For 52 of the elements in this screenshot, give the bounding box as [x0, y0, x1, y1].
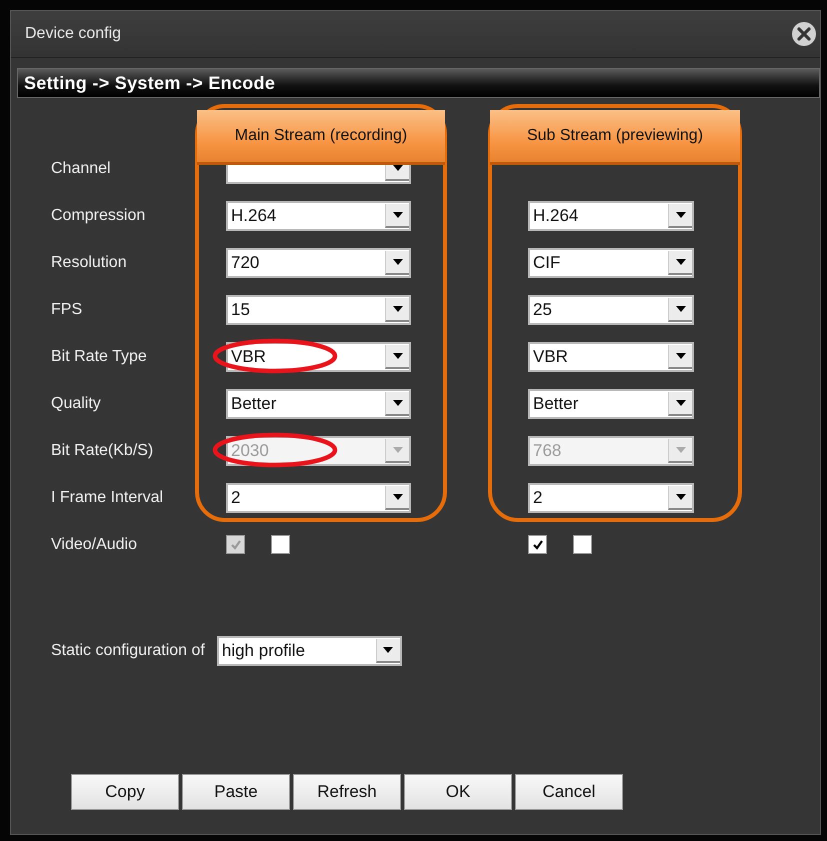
caret-icon: [676, 494, 686, 500]
caret-icon: [676, 400, 686, 406]
caret-icon: [676, 352, 686, 358]
dialog-button[interactable]: Refresh: [293, 774, 401, 810]
dropdown[interactable]: 720: [226, 248, 411, 278]
field-label: Bit Rate(Kb/S): [51, 440, 154, 460]
dropdown[interactable]: Better: [528, 388, 694, 418]
field-label: Bit Rate Type: [51, 346, 148, 366]
dropdown[interactable]: 2: [528, 482, 694, 512]
checkbox[interactable]: [271, 535, 290, 554]
caret-icon: [392, 400, 402, 406]
caret-icon: [383, 647, 394, 653]
dropdown[interactable]: 2: [226, 482, 411, 512]
dropdown[interactable]: VBR: [528, 342, 694, 372]
dialog-button[interactable]: Paste: [182, 774, 290, 810]
dialog-button[interactable]: Cancel: [515, 774, 623, 810]
caret-icon: [392, 306, 402, 312]
checkbox[interactable]: [573, 535, 592, 554]
field-label: I Frame Interval: [51, 488, 164, 508]
caret-icon: [676, 446, 686, 452]
field-label: Channel: [51, 158, 112, 178]
caret-icon: [392, 212, 402, 218]
caret-icon: [392, 494, 402, 500]
field-label: Static configuration of: [51, 642, 205, 660]
dropdown[interactable]: CIF: [528, 248, 694, 278]
dropdown[interactable]: H.264: [226, 200, 411, 230]
stream-callout: Sub Stream (previewing): [490, 110, 740, 165]
checkbox[interactable]: [528, 535, 547, 554]
field-label: FPS: [51, 300, 84, 320]
dialog-button[interactable]: OK: [404, 774, 512, 810]
caret-icon: [392, 352, 402, 358]
dropdown[interactable]: high profile: [216, 636, 402, 666]
dropdown[interactable]: 25: [528, 294, 694, 324]
caret-icon: [676, 212, 686, 218]
dropdown[interactable]: H.264: [528, 200, 694, 230]
field-label: Resolution: [51, 252, 128, 272]
field-label: Quality: [51, 394, 102, 414]
check-icon: [230, 538, 242, 550]
caret-icon: [392, 258, 402, 264]
breadcrumb: Setting -> System -> Encode: [24, 72, 276, 94]
field-label: Video/Audio: [51, 534, 138, 554]
window-title: Device config: [25, 25, 122, 43]
close-icon[interactable]: [791, 21, 817, 47]
check-icon: [532, 538, 544, 550]
field-label: Compression: [51, 206, 146, 226]
caret-icon: [392, 446, 402, 452]
stream-callout: Main Stream (recording): [197, 110, 445, 165]
caret-icon: [676, 306, 686, 312]
dialog-button[interactable]: Copy: [71, 774, 179, 810]
dropdown[interactable]: Better: [226, 388, 411, 418]
caret-icon: [676, 258, 686, 264]
dropdown[interactable]: 15: [226, 294, 411, 324]
